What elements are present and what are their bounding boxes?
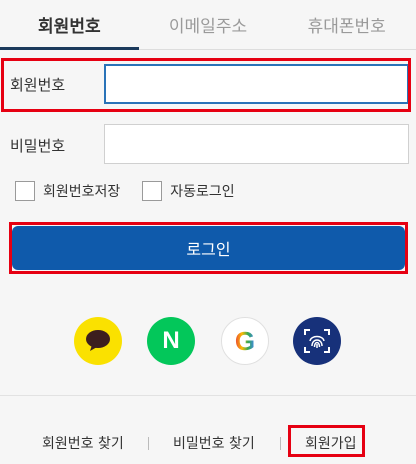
naver-icon[interactable]: N — [147, 317, 195, 365]
signup-link[interactable]: 회원가입 — [305, 428, 357, 458]
fingerprint-icon — [304, 329, 330, 353]
footer-divider — [0, 395, 416, 396]
social-login-icons: N G — [0, 317, 416, 367]
member-number-row: 회원번호 — [0, 57, 416, 111]
tab-phone[interactable]: 휴대폰번호 — [277, 0, 416, 49]
password-label: 비밀번호 — [10, 136, 66, 155]
speech-bubble-icon — [86, 330, 110, 351]
find-password-link[interactable]: 비밀번호 찾기 — [173, 428, 255, 458]
tab-email[interactable]: 이메일주소 — [139, 0, 278, 49]
auto-login-checkbox[interactable]: 자동로그인 — [142, 181, 235, 201]
link-separator — [148, 437, 149, 450]
footer-links: 회원번호 찾기 비밀번호 찾기 회원가입 — [0, 428, 416, 458]
google-icon[interactable]: G — [221, 317, 269, 365]
member-number-label: 회원번호 — [10, 75, 66, 94]
save-member-number-checkbox[interactable]: 회원번호저장 — [15, 181, 120, 201]
find-member-number-link[interactable]: 회원번호 찾기 — [42, 428, 124, 458]
checkbox-box[interactable] — [142, 181, 163, 201]
tab-member-number[interactable]: 회원번호 — [0, 0, 139, 50]
save-member-number-label: 회원번호저장 — [43, 184, 121, 200]
login-options: 회원번호저장 자동로그인 — [15, 178, 257, 204]
kakao-icon[interactable] — [74, 317, 122, 365]
auto-login-label: 자동로그인 — [170, 184, 235, 200]
google-letter: G — [234, 325, 256, 356]
login-button[interactable]: 로그인 — [12, 226, 405, 270]
link-separator — [280, 437, 281, 450]
naver-letter: N — [162, 327, 180, 354]
password-row: 비밀번호 — [0, 118, 416, 172]
login-tabs: 회원번호 이메일주소 휴대폰번호 — [0, 0, 416, 50]
biometric-icon[interactable] — [293, 317, 341, 365]
member-number-input[interactable] — [104, 64, 409, 104]
password-input[interactable] — [104, 124, 409, 164]
checkbox-box[interactable] — [15, 181, 35, 201]
